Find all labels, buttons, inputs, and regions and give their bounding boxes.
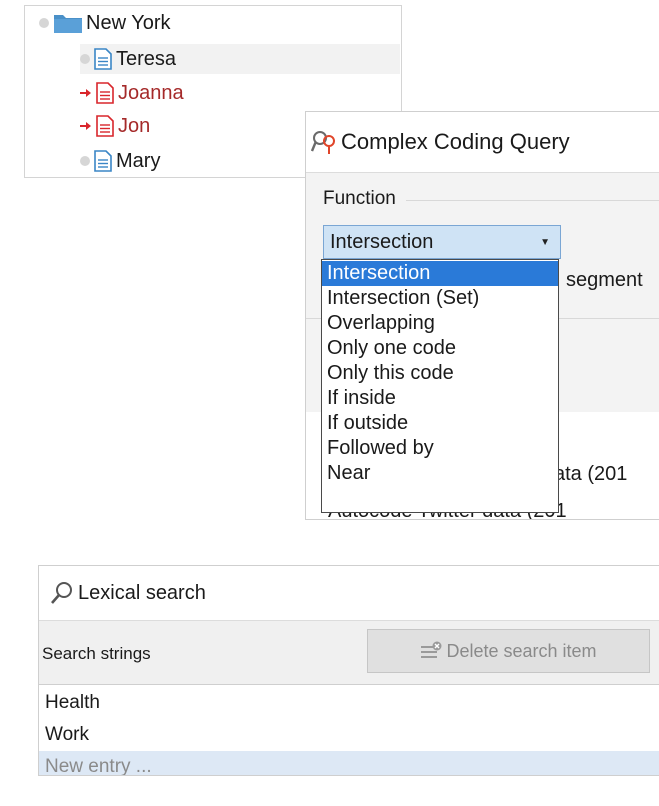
search-string-item[interactable]: Work [39, 719, 659, 750]
ccq-title: Complex Coding Query [341, 129, 570, 154]
delete-search-item-button[interactable]: Delete search item [367, 629, 650, 673]
document-icon [94, 150, 112, 172]
document-icon [94, 48, 112, 70]
tree-item-mary[interactable]: Mary [80, 146, 160, 176]
tree-item-label: New York [86, 11, 171, 34]
dropdown-option-only-one-code[interactable]: Only one code [322, 336, 558, 361]
coded-document-icon [96, 115, 114, 137]
coded-document-icon [96, 82, 114, 104]
function-dropdown-list: Intersection Intersection (Set) Overlapp… [321, 259, 559, 513]
tree-bullet-icon [80, 54, 90, 64]
tree-item-teresa[interactable]: Teresa [80, 44, 400, 74]
tree-item-label: Teresa [116, 47, 177, 70]
chevron-down-icon: ▼ [540, 236, 550, 248]
search-string-item[interactable]: Health [39, 687, 659, 718]
tree-item-label: Jon [118, 114, 151, 137]
dropdown-option-overlapping[interactable]: Overlapping [322, 311, 558, 336]
tree-item-new-york[interactable]: New York [39, 8, 171, 38]
ccq-title-bar: Complex Coding Query [306, 112, 659, 173]
search-strings-list: Health Work New entry ... [39, 684, 659, 775]
lexical-search-panel: Lexical search Search strings Delete sea… [38, 565, 659, 776]
coded-arrow-icon [80, 121, 94, 131]
segment-option-label: segment [566, 269, 643, 291]
dropdown-option-if-outside[interactable]: If outside [322, 411, 558, 436]
dropdown-option-intersection-set[interactable]: Intersection (Set) [322, 286, 558, 311]
dropdown-option-followed-by[interactable]: Followed by [322, 436, 558, 461]
dropdown-option-intersection[interactable]: Intersection [322, 261, 558, 286]
tree-item-label: Mary [116, 149, 161, 172]
tree-bullet-icon [39, 18, 49, 28]
list-item-text: ata (201 [554, 463, 628, 485]
function-divider [406, 200, 659, 201]
tree-item-label: Joanna [118, 81, 184, 104]
delete-search-item-label: Delete search item [446, 640, 597, 661]
lexical-title-bar: Lexical search [39, 566, 659, 621]
tree-bullet-icon [80, 156, 90, 166]
dropdown-option-if-inside[interactable]: If inside [322, 386, 558, 411]
function-select-value: Intersection [330, 230, 434, 253]
lexical-title: Lexical search [78, 581, 206, 604]
function-label: Function [323, 188, 396, 209]
tree-item-joanna[interactable]: Joanna [80, 78, 184, 108]
coded-arrow-icon [80, 88, 94, 98]
tree-item-jon[interactable]: Jon [80, 111, 150, 141]
complex-query-icon [311, 131, 335, 154]
dropdown-option-only-this-code[interactable]: Only this code [322, 361, 558, 386]
search-icon [51, 582, 72, 604]
dropdown-option-near[interactable]: Near [322, 461, 558, 486]
search-strings-label: Search strings [42, 644, 151, 663]
folder-icon [54, 15, 82, 33]
delete-list-icon [421, 641, 442, 658]
new-entry-item[interactable]: New entry ... [39, 751, 659, 775]
function-select[interactable]: Intersection ▼ [323, 225, 561, 259]
